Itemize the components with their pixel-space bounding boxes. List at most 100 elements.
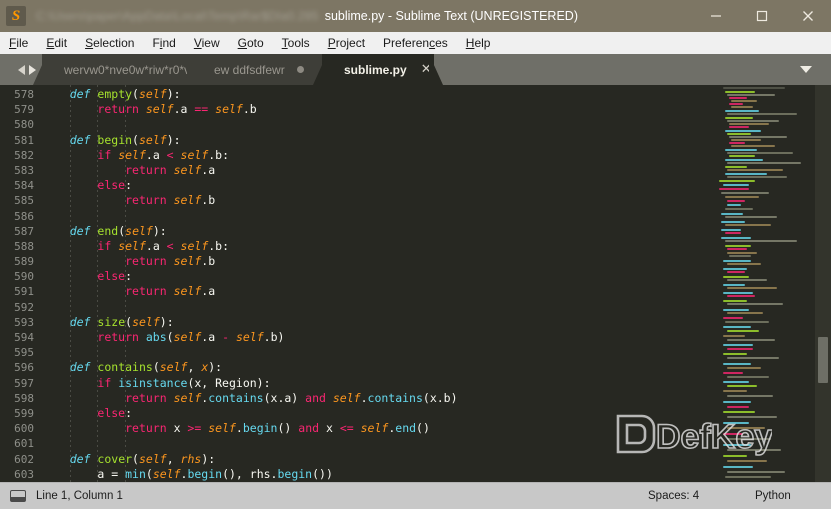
- menu-item-edit[interactable]: Edit: [37, 33, 76, 53]
- minimap-line: [729, 142, 745, 144]
- code-line[interactable]: [42, 300, 715, 315]
- code-line[interactable]: [42, 436, 715, 451]
- code-line[interactable]: return self.a == self.b: [42, 102, 715, 117]
- menu-item-find[interactable]: Find: [143, 33, 184, 53]
- code-token: end: [395, 421, 417, 436]
- minimap-line: [727, 406, 749, 408]
- tab-modified-indicator-icon[interactable]: [296, 66, 304, 73]
- minimap-line: [729, 123, 769, 125]
- code-line[interactable]: else:: [42, 269, 715, 284]
- tab-active-2[interactable]: sublime.py ✕: [313, 54, 443, 85]
- code-line[interactable]: return x >= self.begin() and x <= self.e…: [42, 421, 715, 436]
- code-token: and: [305, 390, 326, 405]
- minimap-line: [729, 103, 743, 105]
- code-token: self: [332, 390, 361, 405]
- minimap-line: [723, 363, 751, 365]
- code-token: empty: [97, 87, 133, 101]
- menu-item-file[interactable]: File: [0, 33, 37, 53]
- minimize-button[interactable]: [693, 0, 739, 32]
- minimap-line: [721, 237, 751, 239]
- code-line[interactable]: [42, 345, 715, 360]
- vertical-scrollbar[interactable]: [815, 85, 831, 483]
- minimap-line: [725, 173, 767, 175]
- minimap-line: [725, 232, 741, 234]
- code-line[interactable]: def size(self):: [42, 315, 715, 330]
- code-token: .a: [145, 147, 167, 162]
- code-token: contains: [97, 360, 153, 375]
- code-content[interactable]: def empty(self): return self.a == self.b…: [42, 85, 715, 483]
- tab-list: wervw0*nve0w*riw*r0*vew ew ddfsdfewr subli…: [33, 54, 443, 85]
- code-token: a =: [42, 466, 126, 481]
- minimap-line: [727, 169, 783, 171]
- minimap-line: [727, 200, 745, 202]
- menu-item-help[interactable]: Help: [457, 33, 500, 53]
- code-line[interactable]: else:: [42, 406, 715, 421]
- code-token: abs: [145, 330, 167, 344]
- tab-dropdown-button[interactable]: [793, 54, 819, 85]
- code-line[interactable]: [42, 209, 715, 224]
- code-line[interactable]: return self.a: [42, 284, 715, 299]
- editor-pane-icon[interactable]: [10, 490, 26, 502]
- minimap-line: [727, 263, 761, 265]
- code-line[interactable]: def contains(self, x):: [42, 360, 715, 375]
- minimap-line: [731, 100, 757, 102]
- minimap-line: [729, 126, 749, 128]
- code-token: .a: [173, 102, 195, 117]
- code-line[interactable]: return abs(self.a - self.b): [42, 330, 715, 345]
- minimap-line: [727, 416, 777, 418]
- code-token: self: [138, 451, 167, 466]
- chevron-right-icon[interactable]: [29, 64, 36, 75]
- code-line[interactable]: if self.a < self.b:: [42, 148, 715, 163]
- syntax-label[interactable]: Python: [755, 490, 791, 502]
- tab-skew-right: [429, 54, 443, 85]
- menu-item-tools[interactable]: Tools: [273, 33, 319, 53]
- code-line[interactable]: def end(self):: [42, 224, 715, 239]
- menu-item-view[interactable]: View: [185, 33, 229, 53]
- code-line[interactable]: def empty(self):: [42, 87, 715, 102]
- line-number: 602: [14, 452, 34, 466]
- chevron-left-icon[interactable]: [18, 64, 25, 75]
- minimap[interactable]: [715, 85, 815, 483]
- code-line[interactable]: return self.contains(x.a) and self.conta…: [42, 391, 715, 406]
- code-editor[interactable]: 578 579 580 581 582 583 584 585 586 587 588 589 590 5…: [0, 85, 831, 483]
- tab-inactive-1[interactable]: ew ddfsdfewr: [183, 54, 331, 85]
- code-line[interactable]: else:: [42, 178, 715, 193]
- code-line[interactable]: def begin(self):: [42, 133, 715, 148]
- menu-item-project[interactable]: Project: [319, 33, 374, 53]
- code-line[interactable]: [42, 117, 715, 132]
- code-line[interactable]: return self.b: [42, 193, 715, 208]
- code-token: return: [97, 102, 139, 117]
- menu-item-selection[interactable]: Selection: [76, 33, 143, 53]
- code-line[interactable]: if isinstance(x, Region):: [42, 376, 715, 391]
- code-token: def: [69, 132, 91, 147]
- code-token: def: [69, 314, 91, 329]
- menu-bar: File Edit Selection Find View Goto Tools Projec…: [0, 32, 831, 55]
- minimap-line: [723, 390, 747, 392]
- close-button[interactable]: [785, 0, 831, 32]
- indentation-label[interactable]: Spaces: 4: [648, 490, 699, 502]
- code-line[interactable]: def cover(self, rhs):: [42, 452, 715, 467]
- code-token: self: [360, 421, 389, 436]
- maximize-button[interactable]: [739, 0, 785, 32]
- cursor-position-label[interactable]: Line 1, Column 1: [36, 490, 123, 502]
- minimap-line: [723, 335, 745, 337]
- menu-item-preferences[interactable]: Preferences: [374, 33, 457, 53]
- tab-inactive-0[interactable]: wervw0*nve0w*riw*r0*vew: [33, 54, 225, 85]
- code-token: else: [97, 178, 126, 193]
- code-line[interactable]: a = min(self.begin(), rhs.begin()): [42, 467, 715, 482]
- line-number: 590: [14, 270, 34, 284]
- code-token: cover: [97, 451, 133, 466]
- code-line[interactable]: if self.a < self.b:: [42, 239, 715, 254]
- minimap-line: [725, 321, 769, 323]
- menu-item-goto[interactable]: Goto: [229, 33, 273, 53]
- app-logo-icon: S: [6, 6, 26, 26]
- close-icon: [803, 11, 813, 21]
- code-token: if: [97, 375, 112, 390]
- code-line[interactable]: return self.a: [42, 163, 715, 178]
- code-line[interactable]: return self.b: [42, 254, 715, 269]
- scrollbar-thumb[interactable]: [818, 337, 828, 383]
- code-token: (: [132, 132, 139, 147]
- code-token: begin: [97, 132, 133, 147]
